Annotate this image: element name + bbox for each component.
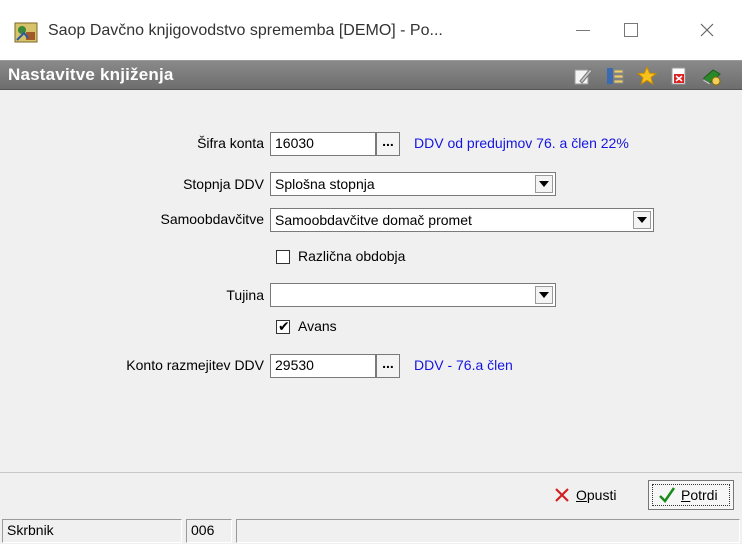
table-columns-icon[interactable] <box>604 65 626 87</box>
sifra-konta-input[interactable]: 16030 <box>270 132 376 156</box>
razlicna-obdobja-label: Različna obdobja <box>298 248 406 264</box>
samoobdavcitve-value: Samoobdavčitve domač promet <box>275 212 472 228</box>
status-bar: Skrbnik 006 <box>0 516 742 544</box>
sifra-konta-browse-button[interactable]: ... <box>376 132 400 156</box>
minimize-button[interactable] <box>560 8 606 52</box>
stopnja-ddv-value: Splošna stopnja <box>275 176 375 192</box>
samoobdavcitve-select[interactable]: Samoobdavčitve domač promet <box>270 208 654 232</box>
stopnja-ddv-select[interactable]: Splošna stopnja <box>270 172 556 196</box>
section-title: Nastavitve knjiženja <box>8 65 174 84</box>
tujina-label: Tujina <box>226 287 264 303</box>
minimize-icon <box>576 29 590 31</box>
status-code: 006 <box>186 519 232 543</box>
button-bar: Opusti Potrdi <box>0 472 742 516</box>
avans-label: Avans <box>298 318 337 334</box>
stopnja-ddv-label: Stopnja DDV <box>183 176 264 192</box>
close-icon <box>700 23 714 37</box>
konto-razmejitev-input[interactable]: 29530 <box>270 354 376 378</box>
close-button[interactable] <box>684 8 730 52</box>
focus-ring <box>652 484 730 506</box>
favorite-star-icon[interactable] <box>636 65 658 87</box>
tujina-select[interactable] <box>270 283 556 307</box>
window-title-bar: Saop Davčno knjigovodstvo sprememba [DEM… <box>0 0 742 60</box>
maximize-icon <box>624 23 638 37</box>
help-book-icon[interactable] <box>700 65 722 87</box>
chevron-down-icon[interactable] <box>535 286 553 304</box>
edit-note-icon[interactable] <box>572 65 594 87</box>
section-header: Nastavitve knjiženja <box>0 60 742 90</box>
cancel-x-icon <box>555 488 569 502</box>
chevron-down-icon[interactable] <box>633 211 651 229</box>
window-title: Saop Davčno knjigovodstvo sprememba [DEM… <box>48 22 443 39</box>
status-user: Skrbnik <box>2 519 182 543</box>
konto-razmejitev-label: Konto razmejitev DDV <box>126 357 264 373</box>
confirm-button[interactable]: Potrdi <box>648 480 734 510</box>
konto-razmejitev-description: DDV - 76.a člen <box>414 357 513 373</box>
saop-app-icon <box>14 22 38 43</box>
export-pdf-icon[interactable] <box>668 65 690 87</box>
avans-checkbox[interactable]: ✔ <box>276 318 290 334</box>
sifra-konta-description: DDV od predujmov 76. a člen 22% <box>414 135 629 151</box>
razlicna-obdobja-checkbox[interactable] <box>276 250 290 264</box>
chevron-down-icon[interactable] <box>535 175 553 193</box>
konto-razmejitev-browse-button[interactable]: ... <box>376 354 400 378</box>
checkmark-icon: ✔ <box>278 318 290 334</box>
status-extra <box>236 519 740 543</box>
sifra-konta-label: Šifra konta <box>197 135 264 151</box>
samoobdavcitve-label: Samoobdavčitve <box>160 211 264 227</box>
form-area: Šifra konta 16030 ... DDV od predujmov 7… <box>0 90 742 472</box>
cancel-button[interactable]: Opusti <box>552 480 634 510</box>
cancel-button-label: Opusti <box>576 487 617 503</box>
maximize-button[interactable] <box>608 8 654 52</box>
